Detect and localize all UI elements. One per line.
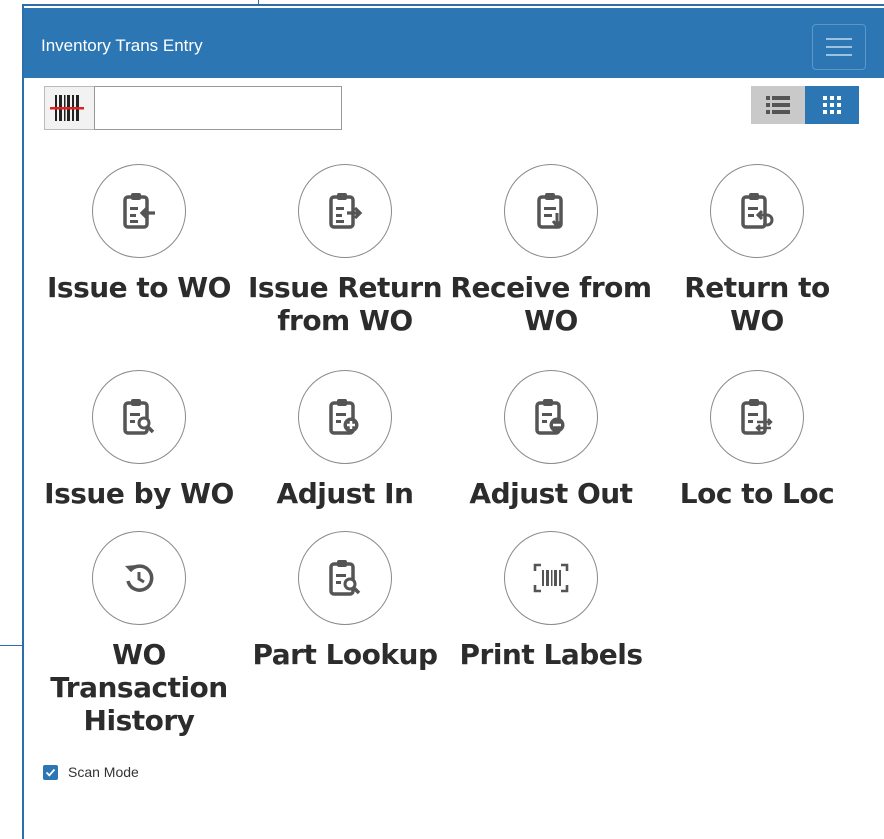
tile-loc-to-loc[interactable]: Loc to Loc (654, 370, 860, 510)
clipboard-arrow-down-icon (537, 193, 563, 229)
list-view-icon (766, 96, 790, 114)
tile-icon-circle (298, 531, 392, 625)
tile-label: Receive from WO (450, 271, 652, 337)
tile-wo-transaction-history[interactable]: WO Transaction History (36, 531, 242, 737)
grid-view-icon (823, 96, 841, 114)
scan-mode-checkbox[interactable] (43, 764, 58, 780)
clipboard-arrow-right-icon (329, 193, 363, 229)
tile-icon-circle (298, 370, 392, 464)
screen: Inventory Trans Entry Issue to WO Issue … (0, 0, 884, 839)
tile-issue-to-wo[interactable]: Issue to WO (36, 164, 242, 304)
tile-label: Issue Return from WO (247, 271, 443, 337)
scan-mode-label: Scan Mode (68, 764, 139, 780)
tile-label: Adjust Out (469, 477, 633, 510)
scan-mode-toggle: Scan Mode (43, 764, 139, 780)
grid-view-button[interactable] (805, 86, 859, 124)
clipboard-return-icon (741, 193, 774, 229)
clipboard-search-icon (329, 560, 361, 596)
tile-print-labels[interactable]: Print Labels (448, 531, 654, 671)
history-icon (125, 564, 154, 592)
list-view-button[interactable] (751, 86, 805, 124)
tile-icon-circle (504, 370, 598, 464)
tile-return-to-wo[interactable]: Return to WO (654, 164, 860, 337)
tile-issue-return-from-wo[interactable]: Issue Return from WO (242, 164, 448, 337)
hamburger-menu-icon (826, 38, 852, 40)
toolbar (24, 86, 884, 132)
barcode-icon (533, 563, 569, 593)
title-bar: Inventory Trans Entry (24, 8, 884, 78)
tile-label: Return to WO (684, 271, 830, 337)
tile-label: Adjust In (276, 477, 414, 510)
tile-icon-circle (504, 164, 598, 258)
tile-adjust-out[interactable]: Adjust Out (448, 370, 654, 510)
clipboard-search-icon (123, 399, 155, 435)
scan-input[interactable] (94, 86, 342, 130)
tile-icon-circle (298, 164, 392, 258)
tile-adjust-in[interactable]: Adjust In (242, 370, 448, 510)
clipboard-plus-icon (329, 399, 359, 435)
hamburger-menu-button[interactable] (812, 24, 866, 70)
tile-icon-circle (710, 370, 804, 464)
background-divider (0, 645, 22, 646)
tile-label: Issue to WO (47, 271, 231, 304)
tile-icon-circle (504, 531, 598, 625)
barcode-scan-icon[interactable] (44, 86, 94, 130)
tile-label: Part Lookup (252, 638, 438, 671)
inventory-trans-entry-panel: Inventory Trans Entry Issue to WO Issue … (22, 4, 884, 839)
tile-part-lookup[interactable]: Part Lookup (242, 531, 448, 671)
tile-issue-by-wo[interactable]: Issue by WO (36, 370, 242, 510)
tile-label: Loc to Loc (679, 477, 835, 510)
tile-icon-circle (92, 370, 186, 464)
clipboard-arrow-left-icon (123, 193, 155, 229)
tile-receive-from-wo[interactable]: Receive from WO (448, 164, 654, 337)
clipboard-minus-icon (535, 399, 565, 435)
tile-icon-circle (92, 164, 186, 258)
window-title: Inventory Trans Entry (41, 36, 203, 55)
clipboard-transfer-icon (741, 399, 773, 435)
tile-icon-circle (710, 164, 804, 258)
tile-icon-circle (92, 531, 186, 625)
view-toggle (751, 86, 859, 124)
tile-label: Print Labels (459, 638, 643, 671)
tile-label: Issue by WO (44, 477, 234, 510)
checkmark-icon (45, 768, 56, 777)
tile-label: WO Transaction History (50, 638, 228, 737)
